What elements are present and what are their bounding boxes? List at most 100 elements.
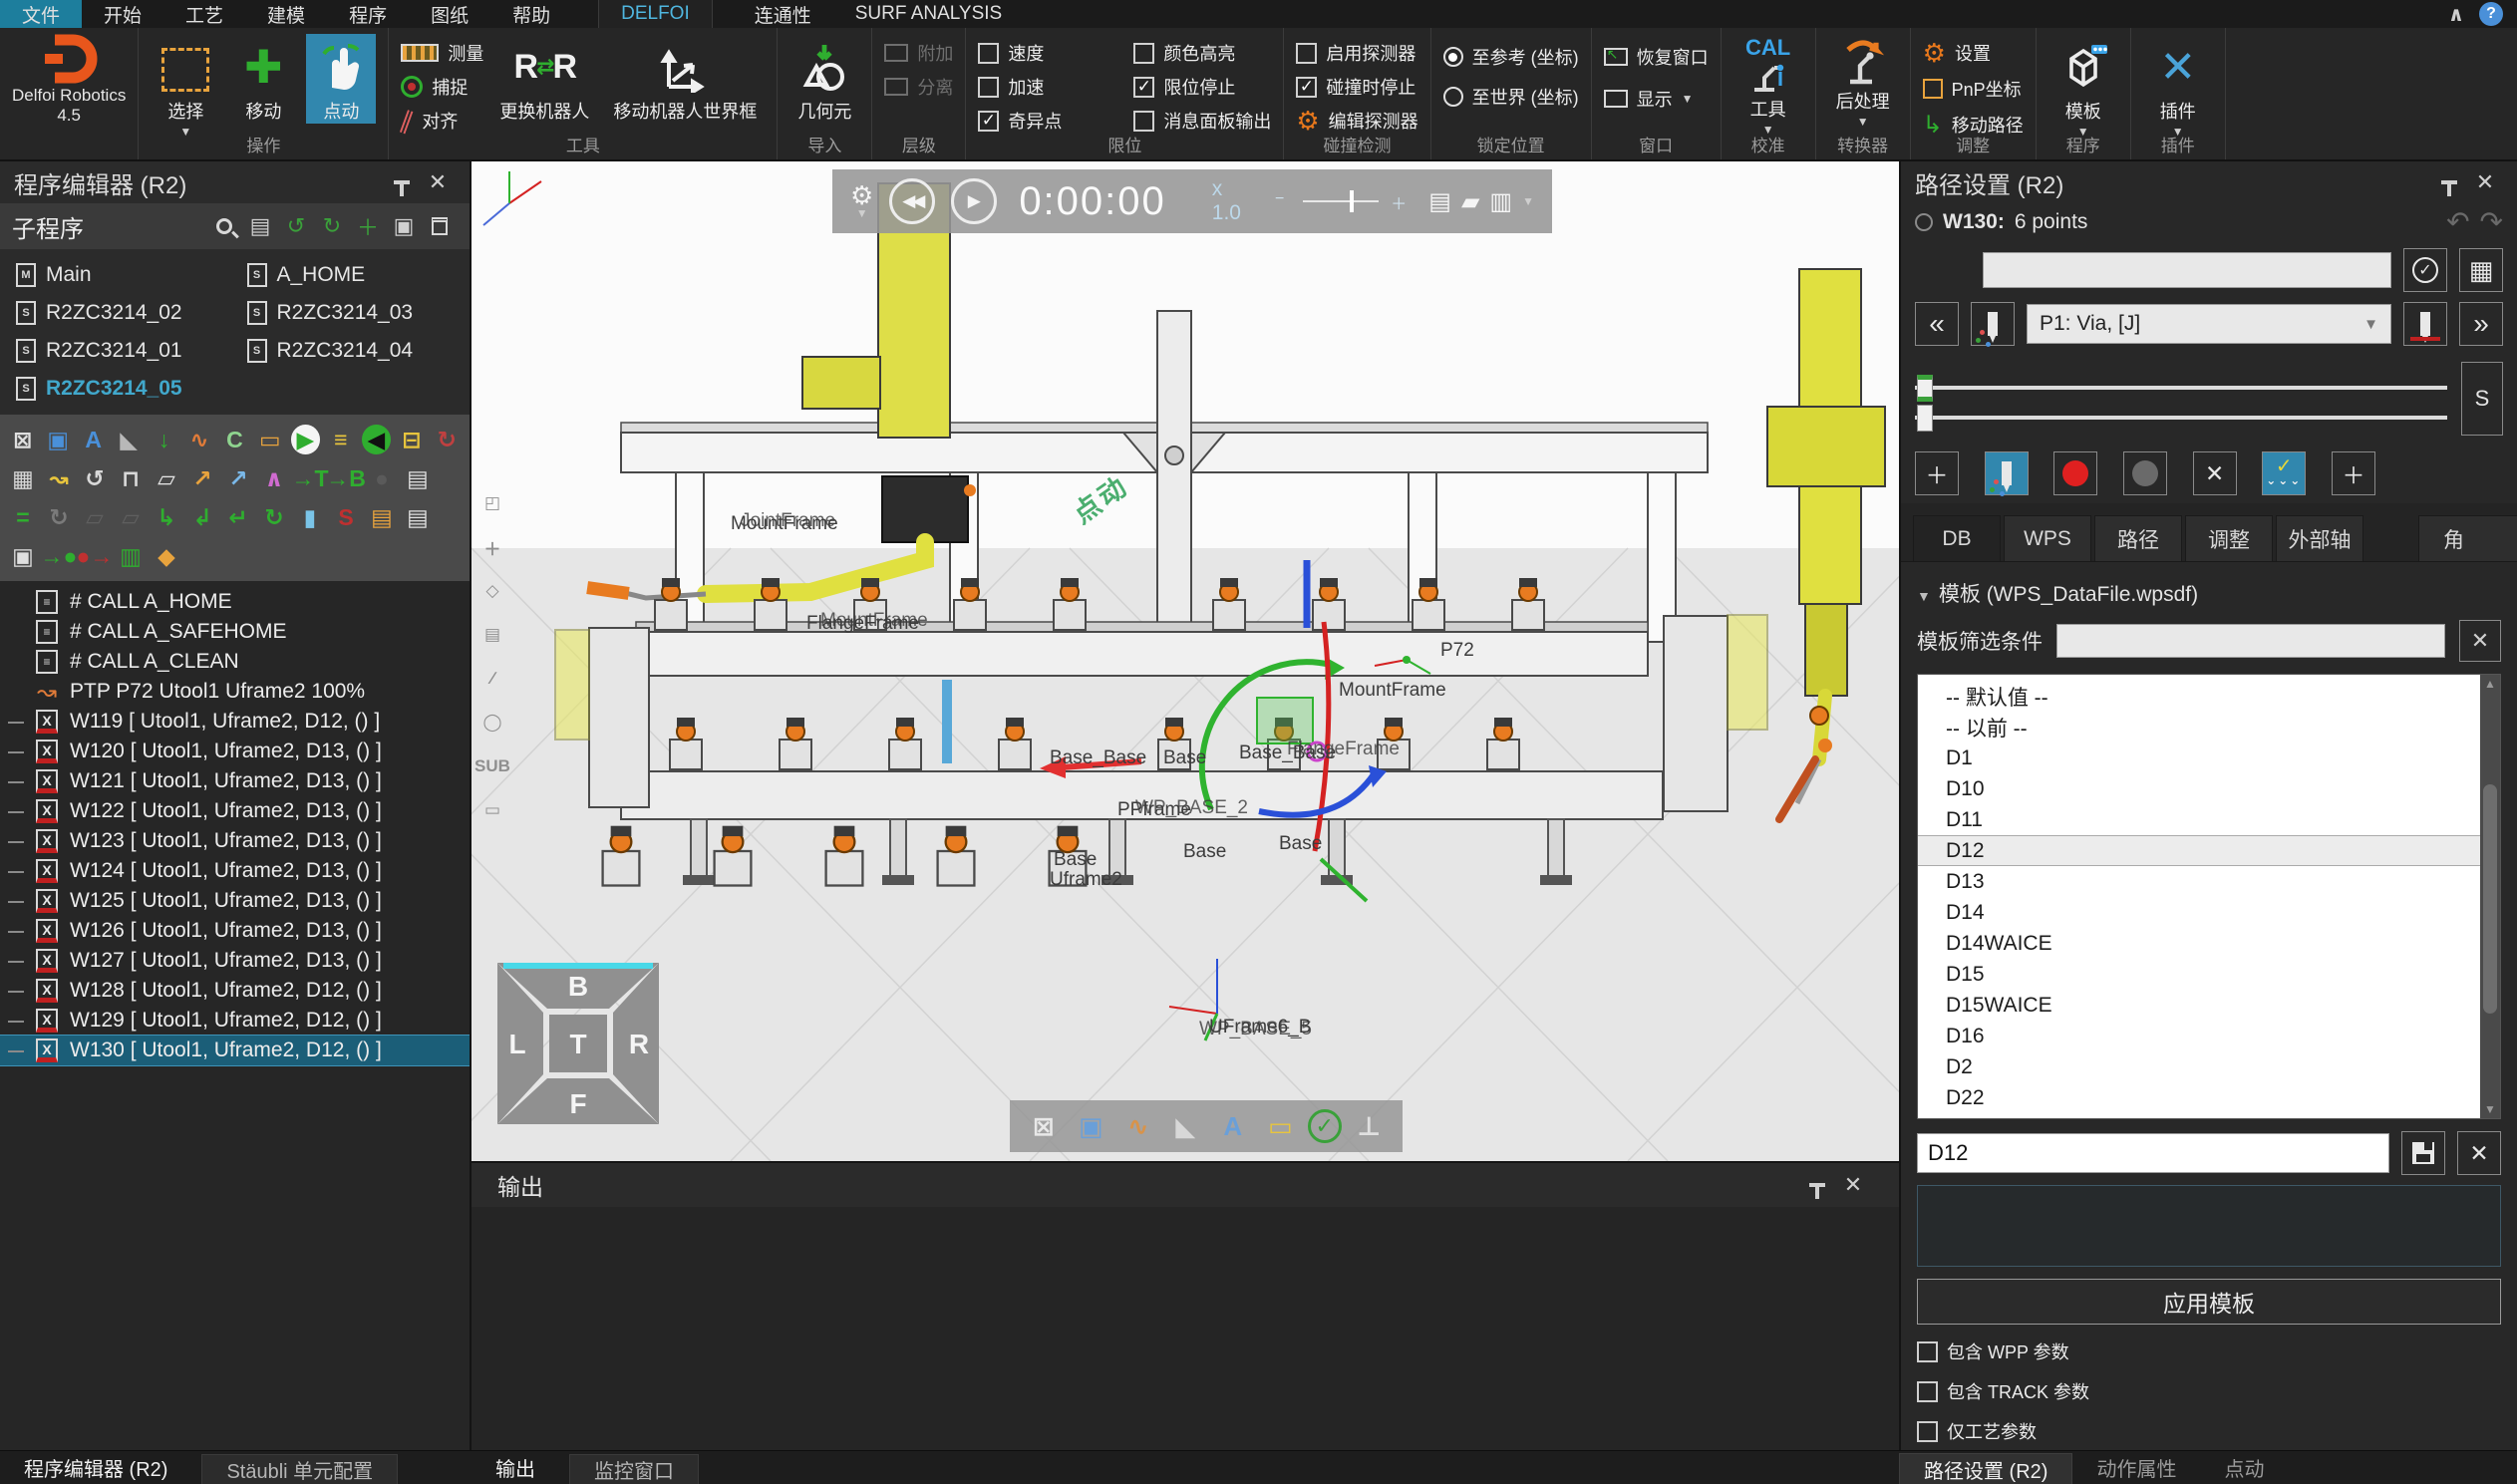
- ramp-icon[interactable]: ◣: [1165, 1106, 1205, 1146]
- program-line-weld[interactable]: W122 [ Utool1, Uframe2, D13, () ]: [0, 796, 470, 826]
- radio-to-world[interactable]: 至世界 (坐标): [1443, 82, 1579, 112]
- check-limit-stop[interactable]: 限位停止: [1133, 72, 1271, 102]
- pdf-export-icon[interactable]: ▤: [1428, 187, 1451, 216]
- return-icon[interactable]: ↵: [221, 500, 255, 534]
- settings-button[interactable]: ⚙设置: [1923, 38, 2024, 68]
- weld-select-icon[interactable]: ⊠: [1024, 1106, 1064, 1146]
- path-up-icon[interactable]: ↗: [185, 461, 219, 495]
- point-up-icon[interactable]: ↗: [221, 461, 255, 495]
- export-program-icon[interactable]: ↻: [314, 210, 350, 242]
- rotate-tool-icon[interactable]: ↻: [431, 423, 464, 456]
- frame-edit-icon[interactable]: ▭: [1260, 1106, 1300, 1146]
- tab-external-axis[interactable]: 外部轴: [2276, 515, 2363, 561]
- wait-icon[interactable]: ▮: [293, 500, 327, 534]
- check-include-track[interactable]: 包含 TRACK 参数: [1917, 1378, 2501, 1404]
- tab-path[interactable]: 路径: [2094, 515, 2182, 561]
- rotate-point-icon[interactable]: ↺: [78, 461, 112, 495]
- template-filter-input[interactable]: [2056, 624, 2445, 658]
- template-button[interactable]: 模板▼: [2048, 34, 2118, 138]
- clear-filter-button[interactable]: ✕: [2459, 620, 2501, 662]
- check-color-highlight[interactable]: 颜色高亮: [1133, 38, 1271, 68]
- io-out-icon[interactable]: ●→: [78, 539, 112, 573]
- display-button[interactable]: 显示▼: [1604, 84, 1709, 114]
- point-rename-input[interactable]: [1983, 252, 2391, 288]
- tree-item[interactable]: S R2ZC3214_04: [235, 333, 467, 369]
- close-icon[interactable]: ✕: [1835, 1169, 1871, 1201]
- save-template-button[interactable]: [2401, 1131, 2445, 1175]
- program-line-ptp[interactable]: PTP P72 Utool1 Uframe2 100%: [0, 677, 470, 707]
- program-settings-icon[interactable]: ≡: [324, 423, 357, 456]
- template-name-input[interactable]: [1917, 1133, 2389, 1173]
- template-list-scrollbar[interactable]: ▲▼: [2480, 675, 2500, 1118]
- menu-surf-analysis[interactable]: SURF ANALYSIS: [833, 0, 1024, 28]
- delete-program-icon[interactable]: [422, 210, 458, 242]
- torch-to-point-button[interactable]: [1971, 302, 2015, 346]
- circular-move-icon[interactable]: C: [218, 423, 251, 456]
- pin-icon[interactable]: [2431, 166, 2467, 198]
- subprogram-doc-icon[interactable]: ▤: [401, 461, 435, 495]
- to-base-icon[interactable]: →B: [329, 461, 363, 495]
- fit-view-icon[interactable]: ◰: [477, 490, 507, 516]
- point-position-slider[interactable]: [1915, 416, 2447, 420]
- square-wave-icon[interactable]: ⊓: [114, 461, 148, 495]
- play-icon[interactable]: ▶: [291, 425, 321, 454]
- select-button[interactable]: 选择▼: [151, 34, 220, 138]
- record-point-button[interactable]: [2053, 451, 2097, 495]
- close-icon[interactable]: ✕: [420, 166, 456, 198]
- program-line-weld[interactable]: W123 [ Utool1, Uframe2, D13, () ]: [0, 826, 470, 856]
- torch-weld-button[interactable]: [2403, 302, 2447, 346]
- template-default[interactable]: -- 默认值 --: [1918, 681, 2480, 712]
- document-icon[interactable]: ▤: [401, 500, 435, 534]
- redo-icon[interactable]: ↷: [2480, 205, 2503, 238]
- program-line-weld-selected[interactable]: W130 [ Utool1, Uframe2, D12, () ]: [0, 1036, 470, 1065]
- menu-help[interactable]: 帮助: [490, 0, 572, 28]
- statusbar-tab-program-editor[interactable]: 程序编辑器 (R2): [0, 1451, 191, 1484]
- film-icon[interactable]: ▥: [1489, 187, 1512, 216]
- program-line-call[interactable]: # CALL A_HOME: [0, 587, 470, 617]
- stop-icon[interactable]: S: [329, 500, 363, 534]
- previous-point-button[interactable]: «: [1915, 302, 1959, 346]
- ramp-icon[interactable]: ◣: [112, 423, 145, 456]
- clipboard-icon[interactable]: ▤: [365, 500, 399, 534]
- program-line-call[interactable]: # CALL A_CLEAN: [0, 647, 470, 677]
- merge-icon[interactable]: ↲: [185, 500, 219, 534]
- tab-adjust[interactable]: 调整: [2185, 515, 2273, 561]
- offset-disabled-icon[interactable]: ▱: [114, 500, 148, 534]
- path-points-icon[interactable]: ∿: [1118, 1106, 1158, 1146]
- postprocessor-button[interactable]: 后处理▼: [1828, 34, 1898, 128]
- playback-settings-icon[interactable]: ⚙▼: [850, 183, 873, 219]
- close-icon[interactable]: ✕: [2467, 166, 2503, 198]
- program-line-weld[interactable]: W126 [ Utool1, Uframe2, D13, () ]: [0, 916, 470, 946]
- pan-view-icon[interactable]: ＋: [477, 534, 507, 560]
- point-radio[interactable]: [1915, 213, 1933, 231]
- text-label-icon[interactable]: A: [77, 423, 110, 456]
- path-position-slider[interactable]: [1915, 386, 2447, 390]
- restore-window-button[interactable]: 恢复窗口: [1604, 42, 1709, 72]
- add-program-icon[interactable]: ＋: [350, 210, 386, 242]
- calibration-tool-button[interactable]: CAL 工具▼: [1733, 34, 1803, 136]
- point-table-button[interactable]: ▦: [2459, 248, 2503, 292]
- program-line-weld[interactable]: W129 [ Utool1, Uframe2, D12, () ]: [0, 1006, 470, 1036]
- import-program-icon[interactable]: ↺: [278, 210, 314, 242]
- check-process-only[interactable]: 仅工艺参数: [1917, 1418, 2501, 1444]
- tree-item-current[interactable]: S R2ZC3214_05: [4, 371, 235, 407]
- geometry-button[interactable]: 几何元: [789, 34, 859, 124]
- loop-disabled-icon[interactable]: ↻: [42, 500, 76, 534]
- copy-program-icon[interactable]: ▣: [386, 210, 422, 242]
- sphere-view-icon[interactable]: ◯: [477, 710, 507, 736]
- program-swap-icon[interactable]: ▣: [41, 423, 74, 456]
- menu-program[interactable]: 程序: [327, 0, 409, 28]
- detach-button[interactable]: 分离: [884, 72, 953, 102]
- statusbar-tab-jog[interactable]: 点动: [2200, 1451, 2288, 1484]
- video-record-icon[interactable]: ▰: [1461, 187, 1479, 216]
- status-ok-icon[interactable]: ✓: [1308, 1109, 1342, 1143]
- program-copy-icon[interactable]: ▣: [1071, 1106, 1110, 1146]
- delete-template-button[interactable]: ✕: [2457, 1131, 2501, 1175]
- delete-point-button[interactable]: ✕: [2193, 451, 2237, 495]
- menu-modeling[interactable]: 建模: [245, 0, 327, 28]
- conveyor-icon[interactable]: ⊟: [395, 423, 428, 456]
- 3d-viewport[interactable]: JointFrameMountFrameMountFrameFlangeFram…: [472, 161, 1899, 1161]
- tree-item-main[interactable]: M Main: [4, 257, 235, 293]
- view-cube[interactable]: B L T R F: [493, 959, 663, 1128]
- tree-item-a-home[interactable]: S A_HOME: [235, 257, 467, 293]
